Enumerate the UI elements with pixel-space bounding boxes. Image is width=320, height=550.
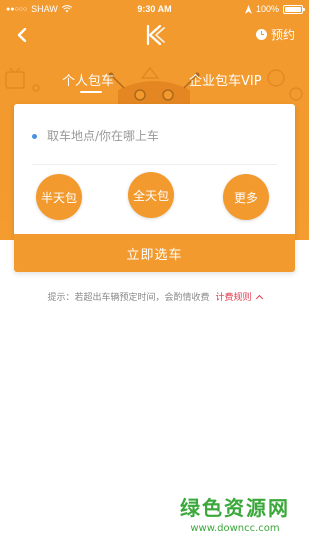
chevron-up-icon (255, 294, 263, 302)
fee-tip: 提示：若超出车辆预定时间，会酌情收费 计费规则 (0, 290, 309, 303)
chevron-left-icon (17, 28, 27, 42)
battery-icon (283, 4, 305, 14)
charter-type-tabs: 个人包车 企业包车VIP (0, 66, 309, 96)
billing-rules-label: 计费规则 (215, 293, 252, 303)
clock-icon (255, 29, 267, 40)
booking-card: 半天包 全天包 更多 立即选车 (14, 104, 295, 272)
k-logo-icon (146, 24, 165, 46)
select-car-button[interactable]: 立即选车 (14, 234, 295, 272)
location-dot-icon (32, 133, 37, 139)
tab-enterprise-charter-vip[interactable]: 企业包车VIP (189, 70, 262, 89)
watermark-url: www.downcc.com (190, 523, 280, 534)
half-day-charter-button[interactable]: 半天包 (36, 174, 82, 220)
nav-bar: 预约 (0, 18, 309, 56)
watermark: 绿色资源网 www.downcc.com (170, 492, 300, 534)
back-button[interactable] (10, 23, 34, 47)
status-bar: ●●○○○ SHAW 9:30 AM 100% (0, 0, 309, 18)
watermark-title: 绿色资源网 (180, 496, 290, 520)
status-time: 9:30 AM (137, 4, 172, 14)
billing-rules-link[interactable]: 计费规则 (215, 290, 263, 303)
reserve-button[interactable]: 预约 (255, 26, 295, 43)
reserve-label: 预约 (270, 28, 295, 42)
tip-text: 提示：若超出车辆预定时间，会酌情收费 (47, 293, 210, 303)
tab-personal-charter[interactable]: 个人包车 (62, 70, 114, 89)
divider (32, 164, 277, 165)
more-options-button[interactable]: 更多 (223, 174, 269, 220)
active-tab-indicator (80, 91, 102, 93)
pickup-location-row[interactable] (14, 116, 295, 156)
pickup-location-input[interactable] (47, 129, 267, 143)
battery-fill (285, 6, 301, 12)
full-day-charter-button[interactable]: 全天包 (128, 172, 174, 218)
